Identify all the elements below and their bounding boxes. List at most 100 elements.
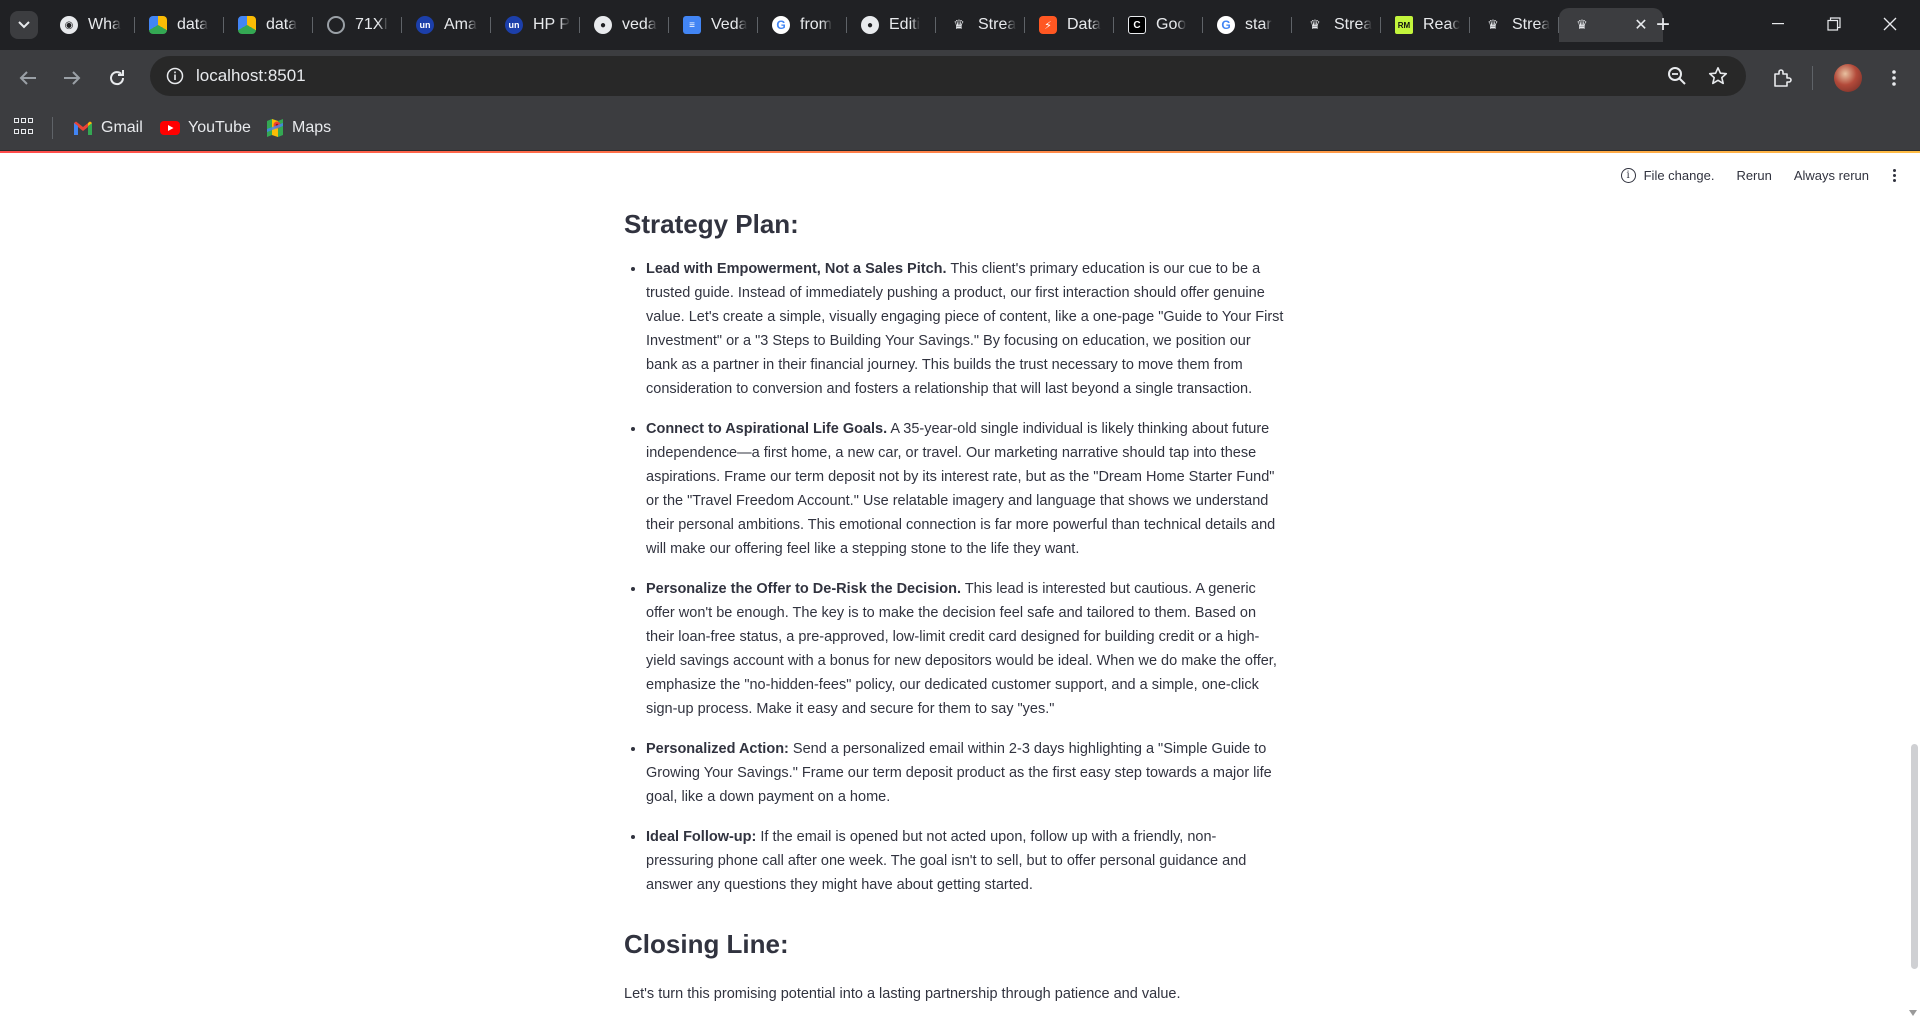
strategy-item: Ideal Follow-up: If the email is opened … — [646, 824, 1284, 897]
header-decoration — [0, 151, 1920, 153]
streamlit-app: i File change. Rerun Always rerun Strate… — [0, 151, 1920, 1020]
tab-title: Goo — [1156, 16, 1187, 33]
tab[interactable]: ● Editi — [847, 8, 936, 42]
bookmark-star-icon[interactable] — [1706, 64, 1730, 88]
plus-icon: + — [1655, 11, 1670, 38]
bookmark-maps[interactable]: Maps — [266, 117, 331, 139]
unstop-icon: un — [416, 16, 434, 34]
tab[interactable]: ♛ Strea — [1470, 8, 1559, 42]
google-icon: G — [772, 16, 790, 34]
main-content: Strategy Plan: Lead with Empowerment, No… — [624, 206, 1284, 1006]
tab-title: Strea — [978, 16, 1017, 33]
minimize-icon — [1772, 23, 1784, 25]
rerun-button[interactable]: Rerun — [1736, 168, 1771, 183]
tab[interactable]: ≡ Veda — [669, 8, 758, 42]
toolbar-divider — [1812, 66, 1813, 90]
tab[interactable]: ● veda — [580, 8, 669, 42]
close-window-button[interactable] — [1862, 0, 1918, 48]
item-title: Personalized Action: — [646, 741, 789, 757]
tab-title: 71XI — [355, 16, 388, 33]
close-tab-icon[interactable]: ✕ — [1631, 15, 1651, 35]
new-tab-button[interactable]: + — [1649, 11, 1677, 39]
tab[interactable]: RM Reac — [1381, 8, 1470, 42]
tab-title: Strea — [1334, 16, 1373, 33]
closing-line-text: Let's turn this promising potential into… — [624, 986, 1181, 1002]
rm-icon: RM — [1395, 16, 1413, 34]
notion-icon: C — [1128, 16, 1146, 34]
bookmark-label: Maps — [292, 119, 332, 136]
always-rerun-button[interactable]: Always rerun — [1794, 168, 1869, 183]
zoom-icon[interactable] — [1665, 64, 1689, 88]
url-text: localhost:8501 — [196, 66, 306, 85]
tab-active[interactable]: ♛ ✕ — [1559, 8, 1663, 42]
tab[interactable]: Gstar — [1203, 8, 1292, 42]
restore-button[interactable] — [1806, 0, 1862, 48]
tab-title: Ama — [444, 16, 477, 33]
bookmark-label: YouTube — [188, 119, 251, 136]
tab[interactable]: data — [224, 8, 313, 42]
back-button[interactable] — [12, 62, 44, 94]
extensions-icon[interactable] — [1766, 62, 1798, 94]
reload-button[interactable] — [101, 62, 133, 94]
streamlit-icon: ♛ — [1576, 17, 1588, 32]
tab[interactable]: 71XI — [313, 8, 402, 42]
tab-title: HP P — [533, 16, 571, 33]
youtube-icon — [160, 121, 180, 135]
github-icon: ● — [861, 16, 879, 34]
tab[interactable]: un HP P — [491, 8, 580, 42]
item-text: This lead is interested but cautious. A … — [646, 581, 1277, 717]
more-vert-icon — [1892, 70, 1896, 86]
tab-title: Data — [1067, 16, 1101, 33]
gmail-icon — [74, 121, 92, 135]
tab[interactable]: un Ama — [402, 8, 491, 42]
maps-icon — [267, 119, 283, 137]
site-info-icon[interactable] — [164, 65, 186, 87]
scrollbar-thumb[interactable] — [1911, 744, 1918, 969]
tab[interactable]: ⚡ Data — [1025, 8, 1114, 42]
file-change-message: File change. — [1643, 168, 1715, 183]
tab-title: veda — [622, 16, 657, 33]
item-title: Connect to Aspirational Life Goals. — [646, 421, 888, 437]
strategy-item: Personalize the Offer to De-Risk the Dec… — [646, 576, 1284, 721]
browser-toolbar: localhost:8501 — [0, 50, 1920, 106]
tab-title: data — [266, 16, 298, 33]
bookmark-label: Gmail — [101, 119, 143, 136]
tab-title: data — [177, 16, 209, 33]
bookmark-gmail[interactable]: Gmail — [73, 117, 143, 139]
minimize-button[interactable] — [1750, 0, 1806, 48]
apps-grid-icon[interactable] — [14, 118, 34, 138]
forward-button[interactable] — [56, 62, 88, 94]
google-docs-icon: ≡ — [683, 16, 701, 34]
browser-menu-button[interactable] — [1878, 62, 1910, 94]
bookmarks-divider — [52, 117, 53, 139]
tab[interactable]: ◉ Wha — [46, 8, 135, 42]
tab-title: from — [800, 16, 832, 33]
tab[interactable]: data — [135, 8, 224, 42]
tab-strip: ◉ Wha data data 71XI un Ama un HP P ● veda ≡ Veda Gfr… — [0, 0, 1920, 50]
close-icon — [1883, 17, 1897, 31]
main-menu-icon[interactable] — [1893, 169, 1896, 182]
info-icon: i — [1620, 168, 1636, 183]
tab-search-button[interactable] — [10, 11, 38, 39]
strategy-item: Connect to Aspirational Life Goals. A 35… — [646, 416, 1284, 561]
streamlit-icon: ♛ — [1487, 17, 1499, 32]
address-bar[interactable]: localhost:8501 — [150, 56, 1746, 96]
closing-line-heading: Closing Line: — [624, 929, 789, 959]
back-arrow-icon — [19, 71, 36, 85]
tab[interactable]: C Goo — [1114, 8, 1203, 42]
tab[interactable]: ♛ Strea — [1292, 8, 1381, 42]
google-icon: G — [1217, 16, 1235, 34]
bookmark-youtube[interactable]: YouTube — [160, 117, 251, 139]
tab-title: Veda — [711, 16, 748, 33]
profile-avatar[interactable] — [1834, 64, 1862, 92]
bookmarks-bar: Gmail YouTube Maps — [0, 106, 1920, 151]
tab-title: Wha — [88, 16, 121, 33]
unstop-icon: un — [505, 16, 523, 34]
restore-icon — [1827, 17, 1841, 31]
tab-title: Strea — [1512, 16, 1551, 33]
strategy-plan-heading: Strategy Plan: — [624, 209, 799, 239]
tab-title: Editi — [889, 16, 921, 33]
tab[interactable]: Gfrom — [758, 8, 847, 42]
scroll-down-arrow-icon[interactable] — [1909, 1010, 1917, 1016]
tab[interactable]: ♛ Strea — [936, 8, 1025, 42]
